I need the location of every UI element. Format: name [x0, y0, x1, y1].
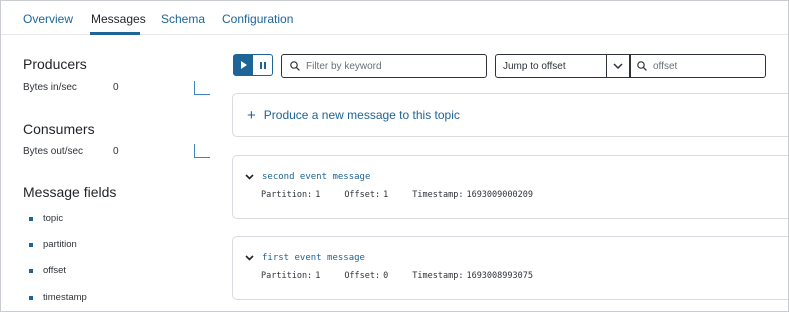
consumers-heading: Consumers	[23, 121, 95, 137]
offset-field	[630, 54, 766, 78]
field-item-offset[interactable]: offset	[29, 265, 66, 276]
offset-label: Offset:	[344, 271, 381, 281]
bytes-in-sparkline	[194, 81, 210, 95]
bullet-icon	[29, 216, 33, 221]
bytes-in-label: Bytes in/sec	[23, 82, 77, 93]
jump-to-select-value: Jump to offset	[503, 60, 566, 72]
filter-keyword-field	[281, 54, 487, 78]
filter-keyword-input[interactable]	[306, 60, 486, 72]
timestamp-meta: Timestamp: 1693009000209	[412, 190, 533, 200]
tab-overview[interactable]: Overview	[23, 12, 73, 26]
partition-label: Partition:	[261, 190, 313, 200]
producers-heading: Producers	[23, 56, 87, 72]
produce-message-card: + Produce a new message to this topic	[232, 93, 788, 137]
play-button[interactable]	[233, 54, 253, 76]
field-label: offset	[43, 265, 67, 276]
search-icon	[637, 61, 647, 71]
offset-value: 1	[383, 190, 389, 200]
field-item-timestamp[interactable]: timestamp	[29, 292, 87, 303]
offset-value: 0	[383, 271, 389, 281]
bullet-icon	[29, 242, 33, 247]
field-label: topic	[43, 213, 64, 224]
timestamp-meta: Timestamp: 1693008993075	[412, 271, 533, 281]
tab-bar: Overview Messages Schema Configuration	[1, 1, 788, 35]
message-expand-toggle[interactable]: first event message	[245, 253, 365, 263]
offset-meta: Offset: 0	[344, 271, 388, 281]
field-item-partition[interactable]: partition	[29, 239, 77, 250]
field-label: timestamp	[43, 292, 87, 303]
tab-messages[interactable]: Messages	[91, 12, 146, 26]
play-icon	[240, 61, 247, 69]
timestamp-label: Timestamp:	[412, 271, 464, 281]
chevron-down-icon	[613, 63, 623, 69]
partition-value: 1	[315, 271, 321, 281]
timestamp-label: Timestamp:	[412, 190, 464, 200]
message-title: first event message	[262, 253, 365, 263]
bytes-out-sparkline	[194, 144, 210, 158]
bullet-icon	[29, 295, 33, 300]
active-tab-indicator	[90, 32, 140, 35]
pause-button[interactable]	[253, 54, 273, 76]
bytes-in-value: 0	[113, 82, 119, 93]
bullet-icon	[29, 268, 33, 273]
tab-schema[interactable]: Schema	[161, 12, 205, 26]
produce-message-button[interactable]: + Produce a new message to this topic	[247, 94, 460, 136]
field-label: partition	[43, 239, 77, 250]
messages-page: Overview Messages Schema Configuration P…	[0, 0, 789, 312]
partition-meta: Partition: 1	[261, 190, 320, 200]
message-title: second event message	[262, 172, 371, 182]
pause-icon	[259, 61, 266, 69]
message-metadata: Partition: 1 Offset: 0 Timestamp: 169300899…	[261, 271, 557, 281]
offset-meta: Offset: 1	[344, 190, 388, 200]
partition-meta: Partition: 1	[261, 271, 320, 281]
tab-configuration[interactable]: Configuration	[222, 12, 293, 26]
message-card: second event message Partition: 1 Offset:…	[232, 155, 788, 219]
produce-message-label: Produce a new message to this topic	[263, 108, 460, 122]
offset-label: Offset:	[344, 190, 381, 200]
jump-to-select[interactable]: Jump to offset	[495, 54, 607, 78]
message-metadata: Partition: 1 Offset: 1 Timestamp: 169300900…	[261, 190, 557, 200]
bytes-out-label: Bytes out/sec	[23, 146, 84, 157]
timestamp-value: 1693008993075	[466, 271, 533, 281]
search-icon	[290, 61, 300, 71]
partition-value: 1	[315, 190, 321, 200]
offset-input[interactable]	[653, 60, 765, 72]
message-card: first event message Partition: 1 Offset: 0…	[232, 236, 788, 300]
plus-icon: +	[247, 106, 256, 124]
chevron-down-icon	[245, 174, 254, 180]
timestamp-value: 1693009000209	[466, 190, 533, 200]
jump-to-dropdown-toggle[interactable]	[607, 54, 630, 78]
chevron-down-icon	[245, 255, 254, 261]
message-expand-toggle[interactable]: second event message	[245, 172, 370, 182]
message-fields-heading: Message fields	[23, 184, 117, 200]
partition-label: Partition:	[261, 271, 313, 281]
field-item-topic[interactable]: topic	[29, 213, 63, 224]
bytes-out-value: 0	[113, 146, 119, 157]
